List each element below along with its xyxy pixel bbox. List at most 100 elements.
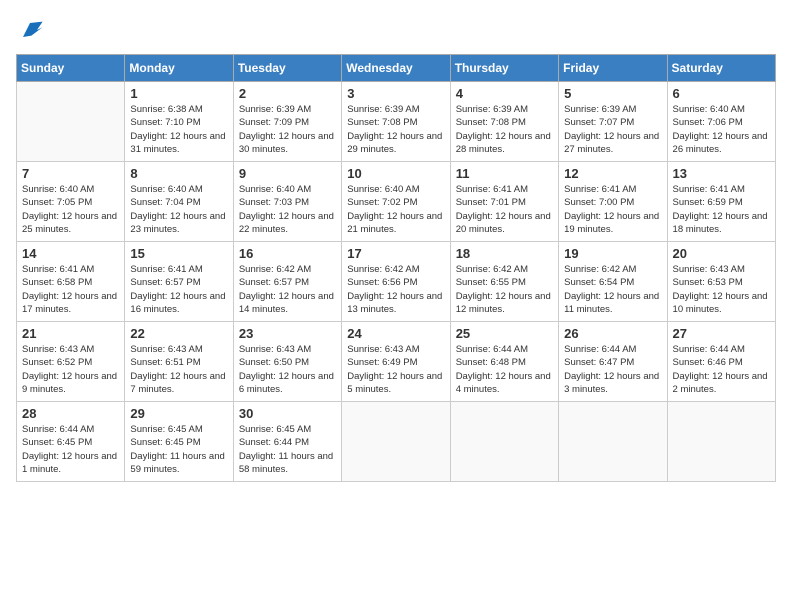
day-number: 21 (22, 326, 119, 341)
day-info: Sunrise: 6:41 AM Sunset: 7:00 PM Dayligh… (564, 183, 661, 236)
day-info: Sunrise: 6:43 AM Sunset: 6:53 PM Dayligh… (673, 263, 770, 316)
day-number: 26 (564, 326, 661, 341)
calendar-table: SundayMondayTuesdayWednesdayThursdayFrid… (16, 54, 776, 482)
col-header-wednesday: Wednesday (342, 55, 450, 82)
calendar-cell: 23 Sunrise: 6:43 AM Sunset: 6:50 PM Dayli… (233, 322, 341, 402)
calendar-cell: 26 Sunrise: 6:44 AM Sunset: 6:47 PM Dayli… (559, 322, 667, 402)
col-header-thursday: Thursday (450, 55, 558, 82)
calendar-cell: 18 Sunrise: 6:42 AM Sunset: 6:55 PM Dayli… (450, 242, 558, 322)
calendar-cell: 8 Sunrise: 6:40 AM Sunset: 7:04 PM Daylig… (125, 162, 233, 242)
col-header-saturday: Saturday (667, 55, 775, 82)
day-info: Sunrise: 6:38 AM Sunset: 7:10 PM Dayligh… (130, 103, 227, 156)
calendar-cell: 11 Sunrise: 6:41 AM Sunset: 7:01 PM Dayli… (450, 162, 558, 242)
calendar-cell: 30Sunrise: 6:45 AM Sunset: 6:44 PM Dayli… (233, 402, 341, 482)
day-info: Sunrise: 6:42 AM Sunset: 6:54 PM Dayligh… (564, 263, 661, 316)
day-info: Sunrise: 6:42 AM Sunset: 6:56 PM Dayligh… (347, 263, 444, 316)
day-number: 22 (130, 326, 227, 341)
day-number: 19 (564, 246, 661, 261)
calendar-cell: 4Sunrise: 6:39 AM Sunset: 7:08 PM Daylig… (450, 82, 558, 162)
calendar-week-row: 7 Sunrise: 6:40 AM Sunset: 7:05 PM Daylig… (17, 162, 776, 242)
day-number: 13 (673, 166, 770, 181)
calendar-cell: 5 Sunrise: 6:39 AM Sunset: 7:07 PM Daylig… (559, 82, 667, 162)
calendar-cell: 21 Sunrise: 6:43 AM Sunset: 6:52 PM Dayli… (17, 322, 125, 402)
calendar-cell: 24 Sunrise: 6:43 AM Sunset: 6:49 PM Dayli… (342, 322, 450, 402)
day-number: 11 (456, 166, 553, 181)
day-number: 9 (239, 166, 336, 181)
day-number: 27 (673, 326, 770, 341)
calendar-week-row: 1 Sunrise: 6:38 AM Sunset: 7:10 PM Daylig… (17, 82, 776, 162)
calendar-cell: 22 Sunrise: 6:43 AM Sunset: 6:51 PM Dayli… (125, 322, 233, 402)
day-number: 18 (456, 246, 553, 261)
day-number: 15 (130, 246, 227, 261)
col-header-monday: Monday (125, 55, 233, 82)
day-info: Sunrise: 6:44 AM Sunset: 6:45 PM Dayligh… (22, 423, 119, 476)
col-header-tuesday: Tuesday (233, 55, 341, 82)
day-number: 29 (130, 406, 227, 421)
calendar-cell: 17 Sunrise: 6:42 AM Sunset: 6:56 PM Dayli… (342, 242, 450, 322)
day-number: 7 (22, 166, 119, 181)
calendar-cell: 14Sunrise: 6:41 AM Sunset: 6:58 PM Dayli… (17, 242, 125, 322)
calendar-cell: 1 Sunrise: 6:38 AM Sunset: 7:10 PM Daylig… (125, 82, 233, 162)
day-info: Sunrise: 6:43 AM Sunset: 6:49 PM Dayligh… (347, 343, 444, 396)
day-info: Sunrise: 6:43 AM Sunset: 6:51 PM Dayligh… (130, 343, 227, 396)
calendar-week-row: 21 Sunrise: 6:43 AM Sunset: 6:52 PM Dayli… (17, 322, 776, 402)
day-info: Sunrise: 6:44 AM Sunset: 6:46 PM Dayligh… (673, 343, 770, 396)
calendar-cell (17, 82, 125, 162)
day-info: Sunrise: 6:43 AM Sunset: 6:50 PM Dayligh… (239, 343, 336, 396)
day-number: 12 (564, 166, 661, 181)
day-info: Sunrise: 6:41 AM Sunset: 7:01 PM Dayligh… (456, 183, 553, 236)
day-number: 30 (239, 406, 336, 421)
day-number: 23 (239, 326, 336, 341)
calendar-cell (450, 402, 558, 482)
day-info: Sunrise: 6:40 AM Sunset: 7:02 PM Dayligh… (347, 183, 444, 236)
day-info: Sunrise: 6:41 AM Sunset: 6:59 PM Dayligh… (673, 183, 770, 236)
col-header-sunday: Sunday (17, 55, 125, 82)
calendar-cell: 6 Sunrise: 6:40 AM Sunset: 7:06 PM Daylig… (667, 82, 775, 162)
day-number: 1 (130, 86, 227, 101)
day-number: 14 (22, 246, 119, 261)
day-info: Sunrise: 6:39 AM Sunset: 7:09 PM Dayligh… (239, 103, 336, 156)
day-number: 17 (347, 246, 444, 261)
day-info: Sunrise: 6:40 AM Sunset: 7:06 PM Dayligh… (673, 103, 770, 156)
day-number: 20 (673, 246, 770, 261)
calendar-cell: 7 Sunrise: 6:40 AM Sunset: 7:05 PM Daylig… (17, 162, 125, 242)
calendar-cell: 29 Sunrise: 6:45 AM Sunset: 6:45 PM Dayli… (125, 402, 233, 482)
day-info: Sunrise: 6:39 AM Sunset: 7:07 PM Dayligh… (564, 103, 661, 156)
calendar-cell: 27 Sunrise: 6:44 AM Sunset: 6:46 PM Dayli… (667, 322, 775, 402)
calendar-cell: 16Sunrise: 6:42 AM Sunset: 6:57 PM Dayli… (233, 242, 341, 322)
calendar-cell: 15Sunrise: 6:41 AM Sunset: 6:57 PM Dayli… (125, 242, 233, 322)
day-info: Sunrise: 6:45 AM Sunset: 6:45 PM Dayligh… (130, 423, 227, 476)
day-number: 25 (456, 326, 553, 341)
calendar-cell (559, 402, 667, 482)
logo-bird-icon (16, 16, 44, 44)
calendar-cell: 12 Sunrise: 6:41 AM Sunset: 7:00 PM Dayli… (559, 162, 667, 242)
calendar-cell: 28 Sunrise: 6:44 AM Sunset: 6:45 PM Dayli… (17, 402, 125, 482)
day-info: Sunrise: 6:40 AM Sunset: 7:04 PM Dayligh… (130, 183, 227, 236)
day-number: 24 (347, 326, 444, 341)
calendar-cell: 19 Sunrise: 6:42 AM Sunset: 6:54 PM Dayli… (559, 242, 667, 322)
day-number: 2 (239, 86, 336, 101)
calendar-cell (342, 402, 450, 482)
calendar-cell: 20 Sunrise: 6:43 AM Sunset: 6:53 PM Dayli… (667, 242, 775, 322)
calendar-cell: 3Sunrise: 6:39 AM Sunset: 7:08 PM Daylig… (342, 82, 450, 162)
day-info: Sunrise: 6:44 AM Sunset: 6:47 PM Dayligh… (564, 343, 661, 396)
day-info: Sunrise: 6:43 AM Sunset: 6:52 PM Dayligh… (22, 343, 119, 396)
day-number: 6 (673, 86, 770, 101)
calendar-cell: 25 Sunrise: 6:44 AM Sunset: 6:48 PM Dayli… (450, 322, 558, 402)
day-number: 28 (22, 406, 119, 421)
day-number: 5 (564, 86, 661, 101)
calendar-cell: 2 Sunrise: 6:39 AM Sunset: 7:09 PM Daylig… (233, 82, 341, 162)
calendar-week-row: 28 Sunrise: 6:44 AM Sunset: 6:45 PM Dayli… (17, 402, 776, 482)
calendar-cell: 10 Sunrise: 6:40 AM Sunset: 7:02 PM Dayli… (342, 162, 450, 242)
day-number: 8 (130, 166, 227, 181)
day-info: Sunrise: 6:42 AM Sunset: 6:57 PM Dayligh… (239, 263, 336, 316)
calendar-cell (667, 402, 775, 482)
day-info: Sunrise: 6:40 AM Sunset: 7:03 PM Dayligh… (239, 183, 336, 236)
day-info: Sunrise: 6:42 AM Sunset: 6:55 PM Dayligh… (456, 263, 553, 316)
calendar-cell: 9 Sunrise: 6:40 AM Sunset: 7:03 PM Daylig… (233, 162, 341, 242)
day-number: 10 (347, 166, 444, 181)
col-header-friday: Friday (559, 55, 667, 82)
day-info: Sunrise: 6:40 AM Sunset: 7:05 PM Dayligh… (22, 183, 119, 236)
day-info: Sunrise: 6:39 AM Sunset: 7:08 PM Dayligh… (456, 103, 553, 156)
day-info: Sunrise: 6:44 AM Sunset: 6:48 PM Dayligh… (456, 343, 553, 396)
